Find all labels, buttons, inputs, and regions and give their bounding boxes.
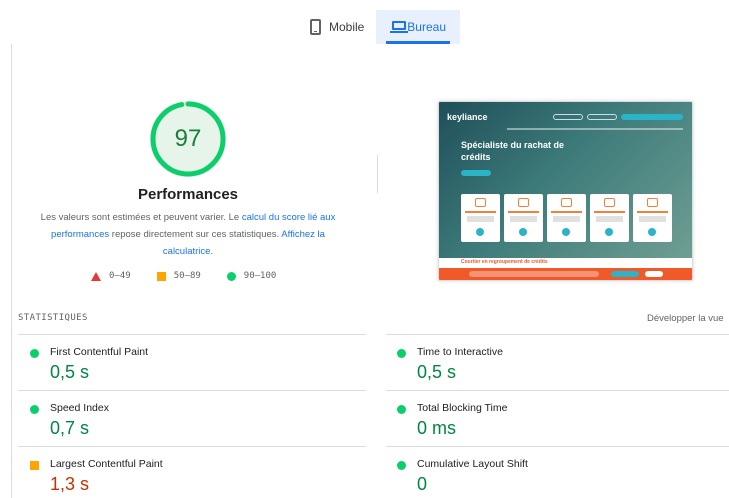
orange-square-icon [30,461,39,470]
thumbnail-card [590,194,629,242]
desc-prefix: Les valeurs sont estimées et peuvent var… [40,212,242,223]
legend-item-fail: 0–49 [91,271,131,281]
green-circle-icon [397,461,406,470]
desc-middle: repose directement sur ces statistiques. [109,229,282,240]
metric-label: Largest Contentful Paint [50,458,163,470]
tab-mobile-label: Mobile [329,20,365,34]
metric-total-blocking-time: Total Blocking Time 0 ms [397,401,727,445]
metric-value: 0 [417,474,428,494]
divider [18,334,366,335]
performance-score-gauge: 97 [150,101,226,177]
legend-item-average: 50–89 [156,271,201,281]
legend-label: 90–100 [243,271,277,281]
thumbnail-card [461,194,500,242]
divider [386,334,729,335]
metric-value: 0 ms [417,418,457,438]
expand-view-button[interactable]: Développer la vue [647,313,724,324]
thumbnail-nav-pill [587,114,617,120]
metric-time-to-interactive: Time to Interactive 0,5 s [397,345,727,389]
thumbnail-nav-pill [553,114,583,120]
metric-speed-index: Speed Index 0,7 s [30,401,360,445]
phone-icon [310,19,321,35]
metric-cumulative-layout-shift: Cumulative Layout Shift 0 [397,457,727,498]
metric-label: Time to Interactive [417,346,503,358]
divider [18,390,366,391]
thumbnail-banner-button [645,271,663,277]
metric-label: First Contentful Paint [50,346,149,358]
divider [386,390,729,391]
metric-largest-contentful-paint: Largest Contentful Paint 1,3 s [30,457,360,498]
metric-first-contentful-paint: First Contentful Paint 0,5 s [30,345,360,389]
thumbnail-nav-cta [621,114,683,120]
thumbnail-headline: Spécialiste du rachat de crédits [461,140,565,162]
metric-value: 0,5 s [50,362,90,382]
green-circle-icon [30,405,39,414]
divider [18,446,366,447]
device-tabs: Mobile Bureau [0,10,729,44]
red-triangle-icon [91,271,101,281]
performance-description: Les valeurs sont estimées et peuvent var… [40,209,336,260]
center-divider [377,155,378,193]
thumbnail-card [633,194,672,242]
tab-mobile[interactable]: Mobile [296,10,378,44]
green-circle-icon [30,349,39,358]
thumbnail-card [547,194,586,242]
divider [386,446,729,447]
metric-value: 0,7 s [50,418,90,438]
left-divider [11,44,12,498]
metric-label: Speed Index [50,402,109,414]
green-circle-icon [226,271,236,281]
desc-suffix: . [210,246,214,257]
statistics-title: STATISTIQUES [18,313,88,323]
green-circle-icon [397,349,406,358]
legend-label: 50–89 [173,271,201,281]
legend-label: 0–49 [109,271,131,281]
tab-bureau[interactable]: Bureau [376,10,460,44]
score-value: 97 [174,125,202,152]
thumbnail-band-text: Courtier en regroupement de crédits [461,259,548,265]
thumbnail-button [461,170,491,176]
thumbnail-menu [507,128,683,130]
legend-item-pass: 90–100 [226,271,277,281]
tab-bureau-label: Bureau [407,20,446,34]
orange-square-icon [156,271,166,281]
thumbnail-card [504,194,543,242]
thumbnail-logo: keyliance [447,112,488,122]
metric-value: 0,5 s [417,362,457,382]
page-screenshot-thumbnail: keyliance Spécialiste du rachat de crédi… [438,101,693,281]
metric-label: Cumulative Layout Shift [417,458,528,470]
laptop-icon [390,20,408,34]
performance-title: Performances [137,186,239,203]
thumbnail-banner-button [611,271,639,277]
metric-value: 1,3 s [50,474,90,494]
thumbnail-banner-text [469,271,599,277]
metric-label: Total Blocking Time [417,402,508,414]
green-circle-icon [397,405,406,414]
score-legend: 0–49 50–89 90–100 [91,271,302,281]
